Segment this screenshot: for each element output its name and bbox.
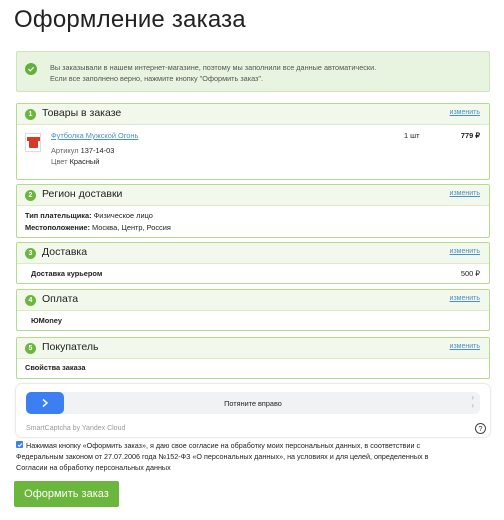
- section-payment-title: Оплата: [42, 293, 79, 305]
- notice-text-line-1: Вы заказывали в нашем интернет-магазине,…: [50, 63, 377, 72]
- agreement-text-line-1: Нажимая кнопку «Оформить заказ», я даю с…: [26, 441, 421, 450]
- payer-type: Тип плательщика: Физическое лицо: [25, 211, 153, 220]
- step-number-badge: 5: [25, 343, 36, 354]
- article-label: Артикул: [51, 146, 79, 155]
- payer-type-label: Тип плательщика:: [25, 211, 92, 220]
- product-color: Цвет Красный: [51, 157, 99, 166]
- payment-method: ЮMoney: [31, 316, 63, 325]
- delivery-price: 500 ₽: [460, 269, 480, 278]
- location-label: Местоположение:: [25, 223, 90, 232]
- tshirt-icon: [29, 137, 38, 148]
- payer-type-value: Физическое лицо: [93, 211, 153, 220]
- chevron-right-icon: › ›: [471, 393, 474, 410]
- captcha-slider-handle[interactable]: [26, 392, 64, 414]
- notice-text-line-2: Если все заполнено верно, нажмите кнопку…: [50, 74, 264, 83]
- edit-cart-link[interactable]: изменить: [450, 109, 480, 116]
- step-number-badge: 1: [25, 109, 36, 120]
- agreement-text-line-3: Согласии на обработку персональных данны…: [16, 463, 171, 472]
- edit-delivery-link[interactable]: изменить: [450, 248, 480, 255]
- order-properties: Свойства заказа: [25, 363, 86, 372]
- product-name-link[interactable]: Футболка Мужской Огонь: [51, 131, 138, 140]
- section-buyer-header: 5 Покупатель изменить: [17, 338, 489, 359]
- section-cart-header: 1 Товары в заказе изменить: [17, 104, 489, 125]
- product-price: 779 ₽: [460, 131, 480, 140]
- article-value: 137-14-03: [80, 146, 115, 155]
- product-quantity: 1 шт: [404, 131, 420, 140]
- captcha-slider-track[interactable]: Потяните вправо › ›: [26, 392, 480, 414]
- section-region-title: Регион доставки: [42, 188, 123, 200]
- section-delivery-title: Доставка: [42, 246, 88, 258]
- color-label: Цвет: [51, 157, 68, 166]
- help-icon[interactable]: ?: [475, 423, 486, 434]
- delivery-method: Доставка курьером: [31, 269, 103, 278]
- section-region-header: 2 Регион доставки изменить: [17, 185, 489, 206]
- check-circle-icon: [25, 63, 37, 75]
- color-value: Красный: [69, 157, 100, 166]
- step-number-badge: 4: [25, 295, 36, 306]
- section-payment: 4 Оплата изменить ЮMoney: [16, 289, 490, 331]
- section-delivery: 3 Доставка изменить Доставка курьером 50…: [16, 242, 490, 284]
- step-number-badge: 2: [25, 190, 36, 201]
- section-region: 2 Регион доставки изменить Тип плательщи…: [16, 184, 490, 238]
- edit-payment-link[interactable]: изменить: [450, 295, 480, 302]
- captcha-brand: SmartCaptcha by Yandex Cloud: [26, 425, 126, 432]
- section-delivery-header: 3 Доставка изменить: [17, 243, 489, 264]
- autofill-notice: Вы заказывали в нашем интернет-магазине,…: [16, 51, 490, 92]
- location: Местоположение: Москва, Центр, Россия: [25, 223, 171, 232]
- section-payment-header: 4 Оплата изменить: [17, 290, 489, 311]
- edit-buyer-link[interactable]: изменить: [450, 343, 480, 350]
- captcha-widget: Потяните вправо › › SmartCaptcha by Yande…: [16, 384, 490, 437]
- page-title: Оформление заказа: [14, 6, 246, 33]
- location-value: Москва, Центр, Россия: [92, 223, 171, 232]
- section-buyer: 5 Покупатель изменить Свойства заказа: [16, 337, 490, 379]
- agreement-text-line-2: Федеральным законом от 27.07.2006 года №…: [16, 452, 429, 461]
- agreement-checkbox[interactable]: [16, 441, 23, 448]
- product-article: Артикул 137-14-03: [51, 146, 114, 155]
- step-number-badge: 3: [25, 248, 36, 259]
- checkmark-icon: [17, 442, 22, 447]
- section-cart: 1 Товары в заказе изменить Футболка Мужс…: [16, 103, 490, 180]
- submit-order-button[interactable]: Оформить заказ: [14, 481, 119, 507]
- arrow-right-icon: [42, 398, 49, 408]
- section-cart-title: Товары в заказе: [42, 107, 122, 119]
- product-thumbnail[interactable]: [25, 133, 41, 152]
- captcha-slider-text: Потяните вправо: [224, 399, 282, 408]
- section-buyer-title: Покупатель: [42, 341, 99, 353]
- edit-region-link[interactable]: изменить: [450, 190, 480, 197]
